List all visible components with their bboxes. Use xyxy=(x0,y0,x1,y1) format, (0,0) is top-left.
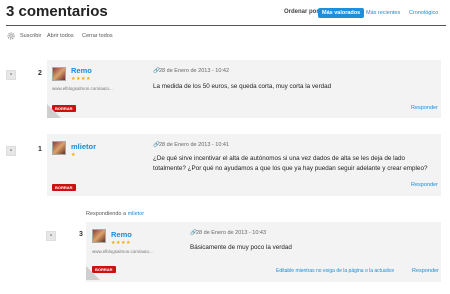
avatar xyxy=(52,141,66,155)
rating-stars: ★ xyxy=(71,152,76,158)
open-all-link[interactable]: Abrir todos xyxy=(47,33,74,39)
corner-decoration xyxy=(47,104,61,118)
comment-text: ¿De qué sirve incentivar el alta de autó… xyxy=(153,155,428,172)
collapse-button[interactable]: - xyxy=(6,70,16,80)
editable-note[interactable]: Editable mientras no exiga de la página … xyxy=(276,268,394,274)
delete-button[interactable]: BORRAR xyxy=(52,184,76,191)
rating-stars: ★★★★ xyxy=(111,240,131,246)
responding-to-link[interactable]: mlietor xyxy=(128,211,145,217)
collapse-button[interactable]: - xyxy=(6,146,16,156)
author-url[interactable]: www.elblogsalmon.com/auto... xyxy=(52,86,113,91)
order-most-recent-button[interactable]: Más recientes xyxy=(362,8,404,18)
comment-number: 3 xyxy=(79,231,83,238)
order-most-rated-button[interactable]: Más valorados xyxy=(318,8,365,18)
responding-prefix: Respondiendo a xyxy=(86,211,127,217)
comment-date: 🔗28 de Enero de 2013 - 10:43 xyxy=(190,230,266,236)
date-text: 28 de Enero de 2013 - 10:42 xyxy=(159,68,230,74)
subscribe-link[interactable]: Suscribir xyxy=(20,33,41,39)
responding-to: Respondiendo a mlietor xyxy=(86,211,144,217)
collapse-button[interactable]: - xyxy=(46,231,56,241)
comment-date: 🔗28 de Enero de 2013 - 10:41 xyxy=(153,142,229,148)
author-name[interactable]: Remo xyxy=(111,230,132,239)
page-title: 3 comentarios xyxy=(6,3,108,20)
close-all-link[interactable]: Cerrar todos xyxy=(82,33,113,39)
author-name[interactable]: mlietor xyxy=(71,142,96,151)
header-divider xyxy=(6,25,446,26)
reply-link[interactable]: Responder xyxy=(412,268,439,274)
reply-link[interactable]: Responder xyxy=(411,105,438,111)
comment-text: Básicamente de muy poco la verdad xyxy=(190,244,292,251)
order-label: Ordenar por: xyxy=(284,9,321,15)
reply-link[interactable]: Responder xyxy=(411,182,438,188)
comment-number: 1 xyxy=(38,146,42,153)
comment-text: La medida de los 50 euros, se queda cort… xyxy=(153,83,332,90)
rating-stars: ★★★★ xyxy=(71,76,91,82)
date-text: 28 de Enero de 2013 - 10:41 xyxy=(159,142,230,148)
author-url[interactable]: www.elblogsalmon.com/auto... xyxy=(92,249,153,254)
author-name[interactable]: Remo xyxy=(71,66,92,75)
comment-number: 2 xyxy=(38,70,42,77)
comment-date: 🔗28 de Enero de 2013 - 10:42 xyxy=(153,68,229,74)
gear-icon[interactable] xyxy=(6,31,16,41)
date-text: 28 de Enero de 2013 - 10:43 xyxy=(196,230,267,236)
order-chronological-button[interactable]: Cronológico xyxy=(405,8,442,18)
avatar xyxy=(92,229,106,243)
avatar xyxy=(52,67,66,81)
corner-decoration xyxy=(86,266,100,280)
